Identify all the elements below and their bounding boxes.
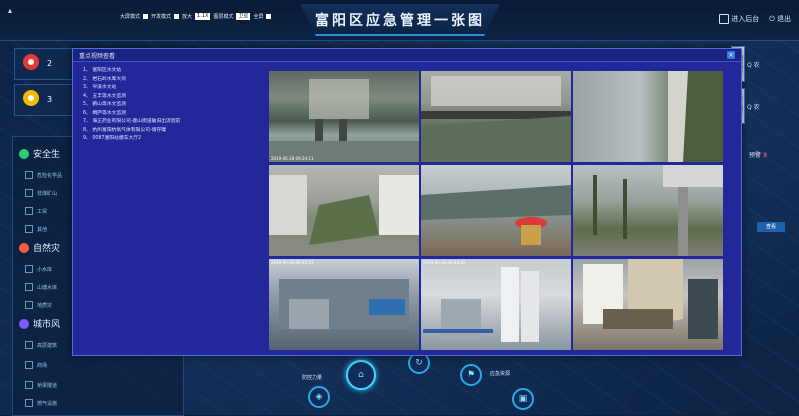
mode-toolbar: 大屏模式 开发模式 放大 1.1X 图层模式 卫星 全屏 <box>120 13 272 20</box>
checkbox[interactable] <box>25 283 33 291</box>
header-actions: 进入后台 ⏻ 退出 <box>719 14 791 24</box>
video-point[interactable]: 9、 0087富阳站模车大厅2 <box>79 135 259 144</box>
category-label: 安全生 <box>33 150 61 160</box>
checkbox[interactable] <box>25 265 33 273</box>
flag-nav-button[interactable]: ⚑ <box>460 364 482 386</box>
video-point[interactable]: 6、 桐庐等水文监测 <box>79 110 259 119</box>
enter-backend-button[interactable]: 进入后台 <box>719 14 759 24</box>
video-point[interactable]: 2、 岩石岭水库大坝 <box>79 76 259 85</box>
layer-mode-label: 图层模式 <box>213 14 234 20</box>
list-item-label: 地质灾 <box>37 302 53 309</box>
list-item[interactable]: 桥梁隧道 <box>25 379 175 391</box>
warning-number: 3 <box>762 152 767 159</box>
video-point-list: 1、 富阳区水文站 2、 岩石岭水库大坝 3、 窄溪水文站 4、 五丰等水文监测… <box>79 67 259 144</box>
list-item-label: 商场 <box>37 362 48 369</box>
layer-select[interactable]: 卫星 <box>236 13 251 20</box>
logout-label: 退出 <box>777 15 791 23</box>
camera-feed[interactable] <box>573 165 723 256</box>
video-point[interactable]: 4、 五丰等水文监测 <box>79 93 259 102</box>
page-title: 富阳区应急管理一张图 <box>315 13 485 29</box>
list-item-label: 非煤矿山 <box>37 190 58 197</box>
camera-feed[interactable]: 2019-06-28 09:24:15 <box>269 259 419 350</box>
list-item-label: 山塘水库 <box>37 284 58 291</box>
top-header: ▴ 大屏模式 开发模式 放大 1.1X 图层模式 卫星 全屏 富阳区应急管理一张… <box>0 0 799 41</box>
large-mode-checkbox[interactable] <box>143 14 149 19</box>
list-item-label: 燃气设施 <box>37 400 58 407</box>
category-urban[interactable]: 城市风 <box>19 317 60 330</box>
nav-label: 应急资源 <box>490 371 511 377</box>
warning-label: 预警 <box>748 152 761 159</box>
video-point[interactable]: 8、 杭州富阳杭氧气体有限公司-储存罐 <box>79 127 259 136</box>
camera-timestamp: 2019-06-28 09:24:20 <box>423 260 466 265</box>
zoom-label: 放大 <box>182 14 193 20</box>
alarm-count: 3 <box>47 95 53 104</box>
nav-label: 防控力量 <box>302 375 323 381</box>
power-icon: ⏻ <box>769 15 775 23</box>
layer-nav-button[interactable]: ◈ <box>308 386 330 408</box>
camera-timestamp: 2019-06-28 09:24:11 <box>271 156 314 161</box>
user-icon[interactable]: ▴ <box>8 6 12 15</box>
list-item[interactable]: 燃气设施 <box>25 397 175 409</box>
list-item-label: 其他 <box>37 226 48 233</box>
video-point[interactable]: 5、 鹳山等水文监测 <box>79 101 259 110</box>
home-nav-button[interactable]: ⌂ <box>346 360 376 390</box>
safety-icon <box>19 148 29 159</box>
list-item-label: 高层建筑 <box>37 342 58 349</box>
checkbox[interactable] <box>25 171 33 179</box>
enter-backend-label: 进入后台 <box>731 15 760 23</box>
bottom-nav: ◈ ⌂ ↻ ⚑ ▣ 防控力量 应急资源 <box>290 350 610 410</box>
camera-feed[interactable] <box>269 165 419 256</box>
camera-feed[interactable] <box>421 165 571 256</box>
camera-feed[interactable] <box>421 71 571 162</box>
city-icon <box>19 318 29 329</box>
checkbox[interactable] <box>25 189 33 197</box>
camera-feed[interactable]: 2019-06-28 09:24:20 <box>421 259 571 350</box>
modal-title: 重点视频查看 <box>79 53 116 60</box>
video-modal: 重点视频查看 × 1、 富阳区水文站 2、 岩石岭水库大坝 3、 窄溪水文站 4… <box>72 48 742 356</box>
checkbox[interactable] <box>25 361 33 369</box>
category-safety[interactable]: 安全生 <box>19 147 60 160</box>
camera-grid: 2019-06-28 09:24:11 2019-06-28 09:24:15 … <box>269 71 723 350</box>
video-point[interactable]: 7、 海正药业有限公司-鹿山街道破旧出流程前 <box>79 118 259 127</box>
search-link[interactable]: Q 农 <box>747 102 760 111</box>
fullscreen-label: 全屏 <box>253 14 264 20</box>
category-label: 自然灾 <box>33 244 61 254</box>
modal-header: 重点视频查看 × <box>73 49 741 62</box>
video-point[interactable]: 3、 窄溪水文站 <box>79 84 259 93</box>
fullscreen-checkbox[interactable] <box>266 14 272 19</box>
camera-feed[interactable] <box>573 71 723 162</box>
location-pin-icon <box>23 90 39 106</box>
warning-count: 预警 3 <box>749 150 767 159</box>
zoom-select[interactable]: 1.1X <box>195 13 211 20</box>
camera-feed[interactable] <box>573 259 723 350</box>
checkbox[interactable] <box>25 301 33 309</box>
camera-timestamp: 2019-06-28 09:24:15 <box>271 260 314 265</box>
mode-large-label: 大屏模式 <box>120 14 141 20</box>
box-nav-button[interactable]: ▣ <box>512 388 534 410</box>
checkbox[interactable] <box>25 225 33 233</box>
list-item-label: 工贸 <box>37 208 48 215</box>
category-label: 城市风 <box>33 320 61 330</box>
location-pin-icon <box>23 54 39 70</box>
logout-button[interactable]: ⏻ 退出 <box>769 14 791 24</box>
checkbox[interactable] <box>25 399 33 407</box>
mode-dev-label: 开发模式 <box>151 14 172 20</box>
list-item-label: 小水库 <box>37 266 53 273</box>
list-item-label: 桥梁隧道 <box>37 382 58 389</box>
hazard-icon <box>19 242 29 253</box>
close-icon[interactable]: × <box>727 51 735 59</box>
list-item[interactable]: 商场 <box>25 359 175 371</box>
camera-feed[interactable]: 2019-06-28 09:24:11 <box>269 71 419 162</box>
checkbox[interactable] <box>25 381 33 389</box>
checkbox[interactable] <box>25 341 33 349</box>
alarm-count: 2 <box>47 59 53 68</box>
dev-mode-checkbox[interactable] <box>174 14 180 19</box>
search-link[interactable]: Q 农 <box>747 60 760 69</box>
list-item-label: 危险化学品 <box>37 172 63 179</box>
video-point[interactable]: 1、 富阳区水文站 <box>79 67 259 76</box>
category-natural[interactable]: 自然灾 <box>19 241 60 254</box>
backend-icon <box>719 14 730 24</box>
view-button[interactable]: 查看 <box>757 222 785 232</box>
checkbox[interactable] <box>25 207 33 215</box>
